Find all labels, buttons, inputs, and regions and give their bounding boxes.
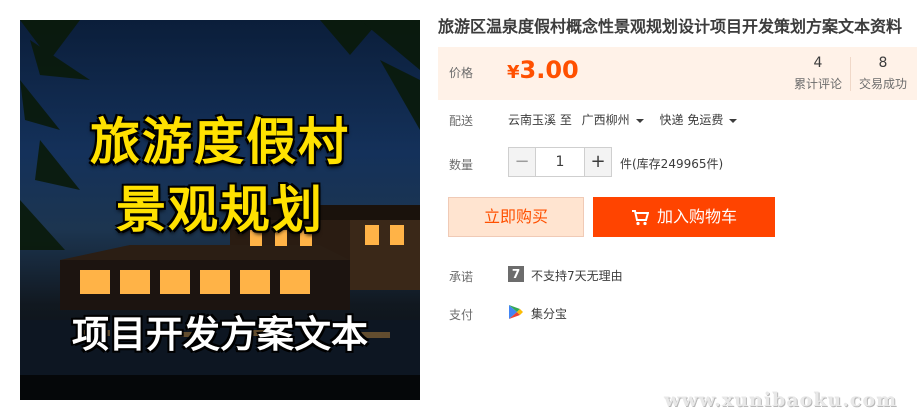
sales-count: 8 (878, 55, 888, 71)
chevron-down-icon (729, 118, 738, 123)
reviews-stat[interactable]: 4 累计评论 (792, 55, 844, 92)
price-panel: 价格 ¥3.00 4 累计评论 8 交易成功 (438, 47, 917, 100)
price-label: 价格 (449, 66, 474, 80)
reviews-count: 4 (813, 55, 823, 71)
seven-day-icon: 7 (508, 266, 524, 282)
promise-text[interactable]: 不支持7天无理由 (531, 267, 623, 284)
shipping-row: 云南玉溪 至 广西柳州 快递 免运费 (508, 111, 749, 128)
shipping-destination: 广西柳州 (581, 113, 630, 127)
image-headline-line1: 旅游度假村 (90, 113, 350, 171)
chevron-down-icon (635, 118, 644, 123)
price-value: ¥3.00 (507, 56, 579, 84)
shipping-method-select[interactable]: 快递 免运费 (660, 111, 750, 128)
shipping-destination-select[interactable]: 广西柳州 (582, 111, 656, 128)
quantity-increase-button[interactable]: + (584, 147, 612, 177)
sales-label: 交易成功 (858, 77, 907, 91)
quantity-stepper: − 1 + (508, 147, 612, 177)
shipping-from: 云南玉溪 至 (508, 113, 572, 127)
price-currency: ¥ (507, 62, 520, 83)
reviews-label: 累计评论 (793, 77, 842, 91)
add-to-cart-button[interactable]: 加入购物车 (593, 197, 775, 237)
image-headline-line2: 景观规划 (116, 181, 324, 239)
quantity-label: 数量 (449, 158, 474, 172)
product-image[interactable]: 旅游度假村 景观规划 项目开发方案文本 (20, 20, 420, 400)
price-amount: 3.00 (519, 56, 579, 84)
sales-stat[interactable]: 8 交易成功 (856, 55, 910, 92)
payment-method[interactable]: 集分宝 (531, 305, 567, 322)
product-title: 旅游区温泉度假村概念性景观规划设计项目开发策划方案文本资料 (438, 17, 903, 36)
play-logo-icon (509, 305, 523, 319)
stock-text: 件(库存249965件) (620, 157, 724, 171)
watermark-text: www.xunibaoku.com (664, 389, 898, 411)
stat-divider (850, 57, 851, 91)
image-subtitle: 项目开发方案文本 (72, 313, 368, 356)
shipping-method: 快递 免运费 (659, 113, 724, 127)
promise-label: 承诺 (449, 270, 474, 284)
cart-icon (631, 209, 649, 225)
add-to-cart-label: 加入购物车 (656, 207, 737, 226)
buy-now-button[interactable]: 立即购买 (448, 197, 584, 237)
shipping-label: 配送 (449, 114, 474, 128)
quantity-decrease-button[interactable]: − (508, 147, 536, 177)
quantity-input[interactable]: 1 (536, 147, 584, 177)
payment-label: 支付 (449, 308, 474, 322)
